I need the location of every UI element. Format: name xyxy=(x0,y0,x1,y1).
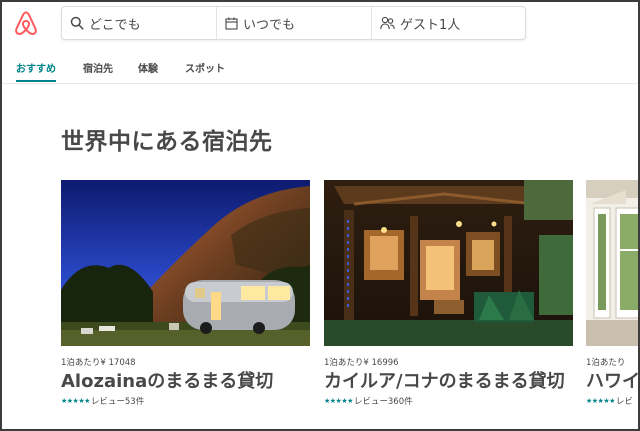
listing-title[interactable]: Alozainaのまるまる貸切 xyxy=(61,370,310,393)
when-placeholder: いつでも xyxy=(243,17,296,33)
airbnb-logo-icon[interactable] xyxy=(12,9,40,37)
listing-price: 1泊あたり¥ 16996 xyxy=(324,358,399,368)
where-field[interactable]: どこでも xyxy=(62,7,217,39)
top-bar: どこでも いつでも ゲスト1人 xyxy=(2,2,638,48)
category-tabs: おすすめ 宿泊先 体験 スポット xyxy=(2,48,638,84)
listing-card[interactable]: 1泊あたり ハワイ ★★★★★ レビ xyxy=(586,180,640,407)
active-tab-indicator xyxy=(16,80,56,82)
tab-places[interactable]: スポット xyxy=(185,60,225,75)
listing-title[interactable]: カイルア/コナのまるまる貸切 xyxy=(324,370,573,393)
search-icon xyxy=(70,16,84,30)
calendar-icon xyxy=(225,17,238,30)
guests-icon xyxy=(380,16,395,30)
listing-price: 1泊あたり¥ 17048 xyxy=(61,358,136,368)
listing-card[interactable]: 1泊あたり¥ 16996 カイルア/コナのまるまる貸切 ★★★★★ レビュー36… xyxy=(324,180,573,407)
guests-placeholder: ゲスト1人 xyxy=(400,17,461,33)
rating-stars-icon: ★★★★★ xyxy=(324,397,353,405)
search-bar: どこでも いつでも ゲスト1人 xyxy=(61,6,526,40)
listing-photo-lanai[interactable] xyxy=(586,180,640,346)
review-count: レビュー360件 xyxy=(353,397,413,407)
where-placeholder: どこでも xyxy=(89,17,141,33)
listing-price: 1泊あたり xyxy=(586,358,626,368)
section-title: 世界中にある宿泊先 xyxy=(61,129,273,155)
guests-field[interactable]: ゲスト1人 xyxy=(372,7,525,39)
listing-rating: ★★★★★ レビ xyxy=(586,395,638,407)
listing-photo-treehouse[interactable] xyxy=(324,180,573,346)
tab-stays[interactable]: 宿泊先 xyxy=(83,60,113,75)
page-frame: どこでも いつでも ゲスト1人 おすすめ 宿泊先 体験 スポット 世界中にある宿… xyxy=(0,0,640,431)
listing-title[interactable]: ハワイ xyxy=(586,370,638,393)
tab-recommended[interactable]: おすすめ xyxy=(16,60,56,75)
listing-rating: ★★★★★ レビュー53件 xyxy=(61,395,310,407)
listing-card[interactable]: 1泊あたり¥ 17048 Alozainaのまるまる貸切 ★★★★★ レビュー5… xyxy=(61,180,310,407)
review-count: レビュー53件 xyxy=(90,397,145,407)
when-field[interactable]: いつでも xyxy=(217,7,372,39)
review-count: レビ xyxy=(615,397,633,407)
rating-stars-icon: ★★★★★ xyxy=(586,397,615,405)
tab-experiences[interactable]: 体験 xyxy=(138,60,158,75)
listing-photo-airstream[interactable] xyxy=(61,180,310,346)
listing-rating: ★★★★★ レビュー360件 xyxy=(324,395,573,407)
rating-stars-icon: ★★★★★ xyxy=(61,397,90,405)
